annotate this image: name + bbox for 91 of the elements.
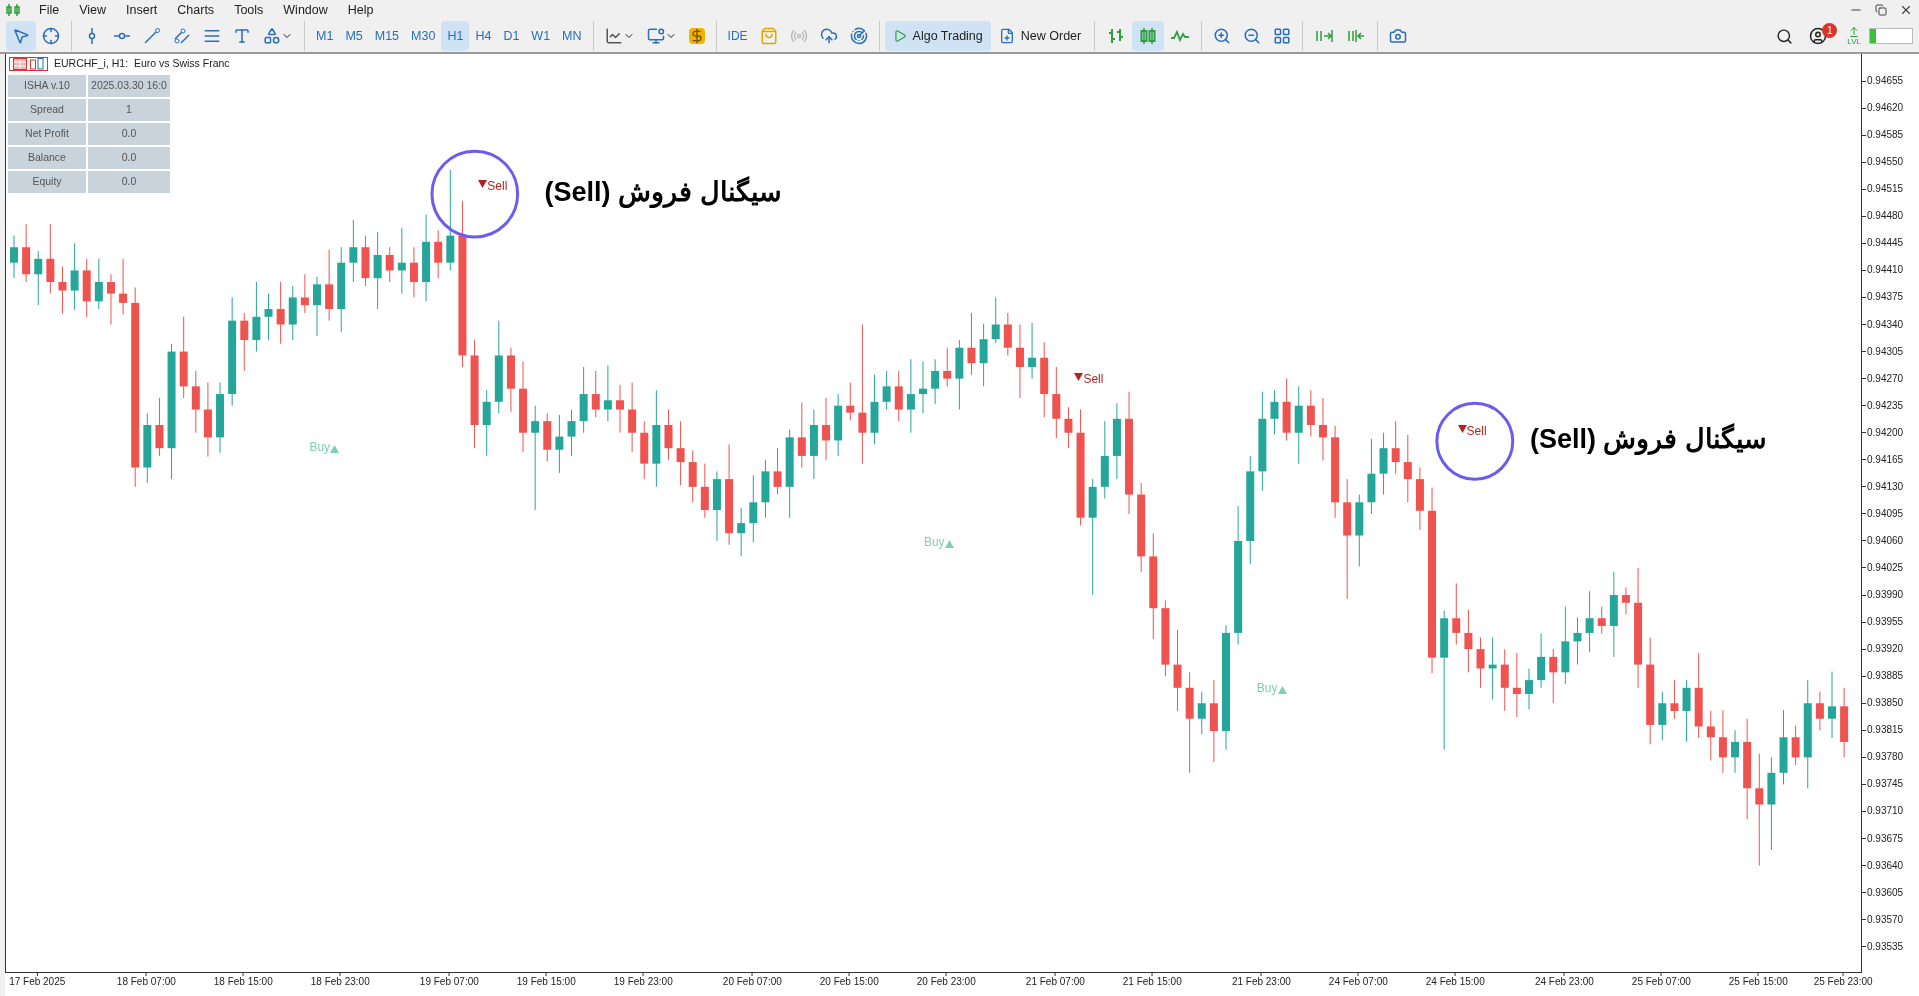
price-label: 0.94200 (1867, 425, 1904, 440)
level-label: LVL (1847, 38, 1861, 46)
menu-item[interactable]: Charts (167, 0, 225, 20)
time-label: 20 Feb 07:00 (722, 976, 782, 988)
buy-signal-label: Buy (1256, 681, 1278, 694)
price-label: 0.93815 (1867, 723, 1904, 738)
time-label: 25 Feb 23:00 (1813, 976, 1873, 988)
price-label: 0.94515 (1867, 182, 1904, 197)
price-label: 0.93675 (1867, 831, 1904, 846)
price-label: 0.93955 (1867, 615, 1904, 630)
time-label: 25 Feb 15:00 (1728, 976, 1788, 988)
price-label: 0.94095 (1867, 506, 1904, 521)
price-label: 0.94165 (1867, 452, 1904, 467)
price-label: 0.94130 (1867, 479, 1904, 494)
sell-signal-label: Sell (1083, 373, 1104, 386)
sell-signal-label: Sell (487, 179, 508, 192)
price-label: 0.93710 (1867, 804, 1904, 819)
price-label: 0.94340 (1867, 317, 1904, 332)
timeframe-button[interactable]: M5 (339, 21, 369, 51)
new-order-button[interactable]: New Order (990, 21, 1090, 51)
timeframe-button[interactable]: M15 (368, 21, 406, 51)
menu-item[interactable]: Window (273, 0, 338, 20)
info-value: 0.0 (88, 171, 170, 193)
ide-button[interactable]: IDE (721, 21, 754, 51)
menu-item[interactable]: File (29, 0, 70, 20)
price-label: 0.93885 (1867, 669, 1904, 684)
info-value: 2025.03.30 16:0 (88, 75, 170, 97)
price-label: 0.94445 (1867, 236, 1904, 251)
time-label: 18 Feb 15:00 (213, 976, 273, 988)
info-label: ISHA v.10 (8, 75, 86, 97)
timeframe-button[interactable]: D1 (497, 21, 526, 51)
time-label: 19 Feb 15:00 (516, 976, 576, 988)
timeframe-button[interactable]: M30 (405, 21, 442, 51)
price-label: 0.93780 (1867, 750, 1904, 765)
time-label: 18 Feb 07:00 (116, 976, 176, 988)
time-label: 19 Feb 23:00 (613, 976, 673, 988)
price-label: 0.94025 (1867, 561, 1904, 575)
timeframe-button[interactable]: H4 (469, 21, 498, 51)
timeframe-button[interactable]: H1 (441, 21, 470, 51)
price-label: 0.94410 (1867, 263, 1904, 278)
timeframe-button[interactable]: W1 (525, 21, 557, 51)
timeframe-button[interactable]: MN (556, 21, 588, 51)
price-label: 0.93570 (1867, 912, 1904, 927)
price-label: 0.93920 (1867, 642, 1904, 657)
info-label: Spread (8, 99, 86, 121)
buy-signal-label: Buy (309, 440, 331, 453)
info-label: Net Profit (8, 123, 86, 145)
account-button[interactable]: 1 (1799, 21, 1838, 51)
time-label: 20 Feb 15:00 (819, 976, 879, 988)
info-value: 1 (88, 99, 170, 121)
notification-badge: 1 (1822, 23, 1838, 38)
price-label: 0.94375 (1867, 290, 1904, 305)
algo-trading-button[interactable]: Algo Trading (884, 21, 991, 51)
time-label: 24 Feb 15:00 (1425, 976, 1485, 988)
price-label: 0.94655 (1867, 74, 1904, 89)
time-label: 25 Feb 07:00 (1631, 976, 1691, 988)
price-label: 0.94235 (1867, 398, 1904, 413)
buy-signal-label: Buy (923, 536, 945, 549)
info-label: Equity (8, 171, 86, 193)
price-label: 0.93990 (1867, 588, 1904, 603)
time-label: 18 Feb 23:00 (310, 976, 370, 988)
info-value: 0.0 (88, 147, 170, 169)
price-label: 0.93605 (1867, 885, 1904, 900)
price-label: 0.93745 (1867, 777, 1904, 792)
time-label: 21 Feb 23:00 (1231, 976, 1291, 988)
price-label: 0.93640 (1867, 858, 1904, 873)
time-label: 24 Feb 23:00 (1534, 976, 1594, 988)
menu-item[interactable]: Help (337, 0, 384, 20)
price-label: 0.94620 (1867, 101, 1904, 116)
time-label: 21 Feb 07:00 (1025, 976, 1085, 988)
time-label: 19 Feb 07:00 (419, 976, 479, 988)
menu-item[interactable]: Tools (224, 0, 274, 20)
price-label: 0.93850 (1867, 696, 1904, 711)
chart-title: EURCHF_i, H1: Euro vs Swiss Franc (54, 56, 230, 71)
time-label: 21 Feb 15:00 (1122, 976, 1182, 988)
price-label: 0.93535 (1867, 939, 1904, 954)
price-label: 0.94480 (1867, 209, 1904, 224)
info-label: Balance (8, 147, 86, 169)
price-label: 0.94060 (1867, 533, 1904, 548)
info-value: 0.0 (88, 123, 170, 145)
sell-signal-label: Sell (1466, 424, 1487, 437)
menu-item[interactable]: Insert (116, 0, 168, 20)
price-label: 0.94585 (1867, 128, 1904, 143)
time-label: 20 Feb 23:00 (916, 976, 976, 988)
price-label: 0.94305 (1867, 344, 1904, 359)
price-label: 0.94550 (1867, 155, 1904, 170)
menu-item[interactable]: View (69, 0, 117, 20)
time-label: 17 Feb 2025 (9, 976, 66, 988)
timeframe-button[interactable]: M1 (310, 21, 340, 51)
time-label: 24 Feb 07:00 (1328, 976, 1388, 988)
price-label: 0.94270 (1867, 371, 1904, 386)
